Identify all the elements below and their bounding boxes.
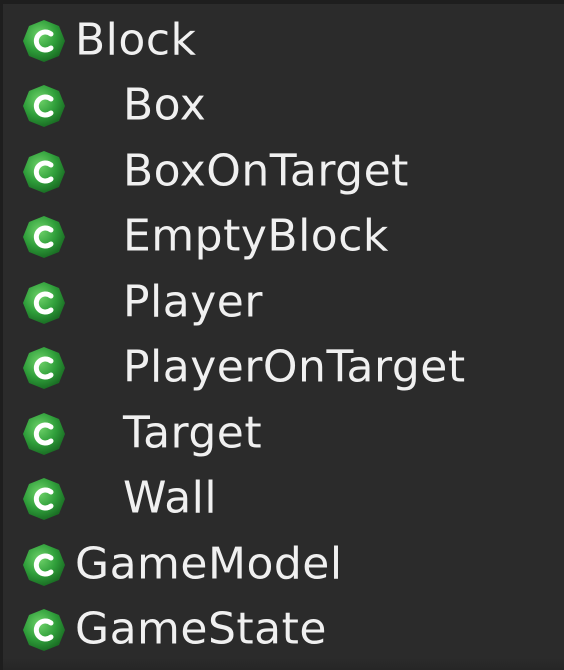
- tree-item-game-model[interactable]: GameModel: [3, 532, 564, 598]
- tree-item-label: Box: [123, 79, 207, 131]
- class-icon: [23, 478, 65, 521]
- tree-item-label: GameState: [75, 603, 327, 655]
- tree-item-label: Target: [123, 407, 263, 459]
- tree-item-label: GameModel: [75, 538, 343, 590]
- class-tree-panel: Block Box BoxOnTarget EmptyBlock Player …: [0, 0, 564, 670]
- tree-item-label: EmptyBlock: [123, 210, 389, 262]
- tree-item-player-on-target[interactable]: PlayerOnTarget: [3, 336, 564, 402]
- class-icon: [23, 281, 65, 324]
- tree-item-wall[interactable]: Wall: [3, 467, 564, 533]
- panel-bottom-edge: [3, 658, 564, 670]
- tree-item-target[interactable]: Target: [3, 401, 564, 467]
- class-icon: [23, 19, 65, 62]
- tree-item-label: PlayerOnTarget: [123, 341, 466, 393]
- tree-item-game-state[interactable]: GameState: [3, 598, 564, 664]
- tree-item-block[interactable]: Block: [3, 8, 564, 74]
- class-icon: [23, 412, 65, 455]
- class-tree: Block Box BoxOnTarget EmptyBlock Player …: [3, 8, 564, 663]
- class-icon: [23, 609, 65, 652]
- class-icon: [23, 150, 65, 193]
- class-icon: [23, 216, 65, 259]
- tree-item-label: Wall: [123, 472, 218, 524]
- tree-item-label: Player: [123, 276, 263, 328]
- tree-item-label: BoxOnTarget: [123, 145, 409, 197]
- class-icon: [23, 85, 65, 128]
- tree-item-player[interactable]: Player: [3, 270, 564, 336]
- class-icon: [23, 347, 65, 390]
- tree-item-empty-block[interactable]: EmptyBlock: [3, 205, 564, 271]
- tree-item-label: Block: [75, 14, 197, 66]
- tree-item-box-on-target[interactable]: BoxOnTarget: [3, 139, 564, 205]
- class-icon: [23, 543, 65, 586]
- tree-item-box[interactable]: Box: [3, 74, 564, 140]
